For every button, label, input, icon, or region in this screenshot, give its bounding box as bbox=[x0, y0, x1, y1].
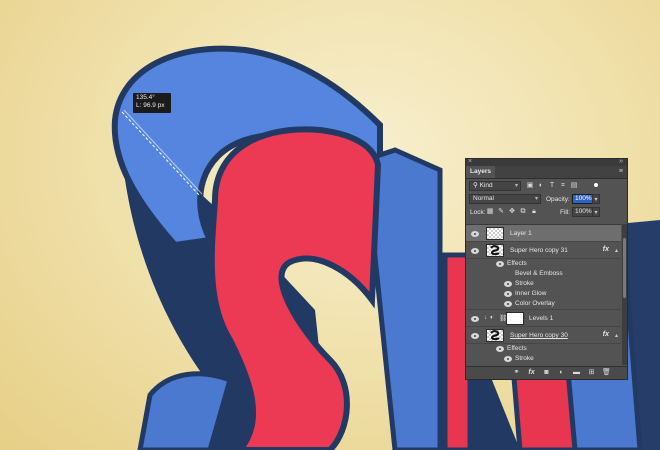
effects-label: Effects bbox=[507, 345, 527, 352]
layer-name[interactable]: Super Hero copy 30 bbox=[510, 332, 568, 339]
lock-transparent-pixels-icon[interactable]: ▦ bbox=[486, 208, 494, 216]
shape-layer-filter-icon[interactable]: ⌗ bbox=[559, 182, 567, 190]
new-layer-icon[interactable]: ⊞ bbox=[587, 369, 596, 377]
visibility-eye-icon[interactable] bbox=[471, 231, 479, 237]
effect-name: Inner Glow bbox=[515, 290, 547, 297]
s-glyph-thumbnail-icon bbox=[490, 245, 500, 256]
layers-scrollbar[interactable] bbox=[622, 224, 627, 365]
effect-color-overlay[interactable]: Color Overlay bbox=[466, 299, 621, 310]
adjustment-layer-icon: ◐ bbox=[490, 314, 494, 321]
blend-mode-value: Normal bbox=[473, 195, 494, 202]
effect-name: Bevel & Emboss bbox=[515, 270, 563, 277]
panel-titlebar[interactable]: × » bbox=[466, 159, 627, 166]
layer-filter-row: ⚲ Kind ▾ ▣ ◐ T ⌗ ▤ bbox=[466, 179, 627, 193]
type-layer-filter-icon[interactable]: T bbox=[548, 182, 556, 190]
effect-name: Stroke bbox=[515, 355, 534, 362]
effect-stroke[interactable]: Stroke bbox=[466, 354, 621, 364]
fill-label: Fill: bbox=[560, 209, 571, 216]
blend-opacity-row: Normal ▾ Opacity: 100% ▾ bbox=[466, 193, 627, 206]
lock-label: Lock: bbox=[470, 209, 486, 216]
visibility-eye-icon[interactable] bbox=[471, 316, 479, 322]
effect-stroke[interactable]: Stroke bbox=[466, 279, 621, 289]
smart-object-filter-icon[interactable]: ▤ bbox=[570, 182, 578, 190]
close-panel-button[interactable]: × bbox=[468, 159, 472, 165]
visibility-eye-icon[interactable] bbox=[496, 346, 504, 352]
tab-layers[interactable]: Layers bbox=[466, 166, 495, 178]
effects-group[interactable]: Effects bbox=[466, 259, 621, 269]
fill-slider-toggle[interactable]: ▾ bbox=[592, 207, 600, 217]
effects-label: Effects bbox=[507, 260, 527, 267]
visibility-eye-icon[interactable] bbox=[504, 301, 512, 307]
visibility-eye-icon[interactable] bbox=[496, 261, 504, 267]
filter-kind-select[interactable]: ⚲ Kind ▾ bbox=[469, 181, 521, 191]
collapse-panel-button[interactable]: » bbox=[619, 159, 623, 165]
panel-tab-bar: Layers ≡ bbox=[466, 166, 627, 179]
layer-effects-fx-icon[interactable]: fx bbox=[603, 246, 609, 253]
filter-toggle-icon[interactable] bbox=[594, 183, 598, 187]
new-adjustment-layer-icon[interactable]: ◐ bbox=[557, 369, 566, 377]
panel-footer-toolbar: ⚭ fx ◙ ◐ ▬ ⊞ 🗑︎ bbox=[466, 366, 627, 379]
layer-name[interactable]: Layer 1 bbox=[510, 230, 532, 237]
add-layer-style-fx-icon[interactable]: fx bbox=[527, 369, 536, 377]
search-icon: ⚲ bbox=[473, 182, 478, 189]
link-layers-icon[interactable]: ⚭ bbox=[512, 369, 521, 377]
layers-panel[interactable]: × » Layers ≡ ⚲ Kind ▾ ▣ ◐ T ⌗ ▤ Normal ▾… bbox=[465, 158, 628, 380]
panel-menu-icon[interactable]: ≡ bbox=[619, 166, 623, 178]
visibility-eye-icon[interactable] bbox=[471, 333, 479, 339]
chevron-up-icon[interactable]: ▴ bbox=[615, 247, 618, 254]
opacity-label: Opacity: bbox=[546, 196, 570, 203]
layer-thumbnail bbox=[486, 329, 504, 342]
lock-all-icon[interactable]: 🔒︎ bbox=[530, 208, 538, 216]
s-glyph-thumbnail-icon bbox=[490, 330, 500, 341]
layer-row-levels-1[interactable]: ↓ ◐ ⛓︎ Levels 1 bbox=[466, 310, 621, 327]
lock-artboard-icon[interactable]: ⧉ bbox=[519, 208, 527, 216]
layer-effects-fx-icon[interactable]: fx bbox=[603, 331, 609, 338]
blend-mode-select[interactable]: Normal ▾ bbox=[469, 194, 541, 204]
layer-row-super-hero-copy-31[interactable]: Super Hero copy 31 fx ▴ bbox=[466, 242, 621, 259]
effect-name: Color Overlay bbox=[515, 300, 555, 307]
effects-group[interactable]: Effects bbox=[466, 344, 621, 354]
effect-inner-glow[interactable]: Inner Glow bbox=[466, 289, 621, 299]
measure-length: L: 96.9 px bbox=[136, 102, 165, 109]
visibility-eye-icon[interactable] bbox=[504, 281, 512, 287]
effect-name: Stroke bbox=[515, 280, 534, 287]
layer-thumbnail bbox=[486, 244, 504, 257]
scrollbar-thumb[interactable] bbox=[623, 238, 626, 298]
chevron-down-icon: ▾ bbox=[534, 196, 538, 202]
ruler-measure-tooltip: 135.4° L: 96.9 px bbox=[133, 93, 171, 113]
lock-image-pixels-icon[interactable]: ✎ bbox=[497, 208, 505, 216]
new-group-folder-icon[interactable]: ▬ bbox=[572, 369, 581, 377]
add-layer-mask-icon[interactable]: ◙ bbox=[542, 369, 551, 377]
opacity-slider-toggle[interactable]: ▾ bbox=[592, 194, 600, 204]
visibility-eye-icon[interactable] bbox=[471, 248, 479, 254]
pixel-layer-filter-icon[interactable]: ▣ bbox=[526, 182, 534, 190]
lock-fill-row: Lock: ▦ ✎ ✥ ⧉ 🔒︎ Fill: 100% ▾ bbox=[466, 206, 627, 220]
layer-name[interactable]: Super Hero copy 31 bbox=[510, 247, 568, 254]
trash-icon[interactable]: 🗑︎ bbox=[602, 369, 611, 377]
chevron-up-icon[interactable]: ▴ bbox=[615, 332, 618, 339]
effect-bevel-emboss[interactable]: Bevel & Emboss bbox=[466, 269, 621, 279]
filter-kind-label: Kind bbox=[479, 182, 493, 189]
layer-row-super-hero-copy-30[interactable]: Super Hero copy 30 fx ▴ bbox=[466, 327, 621, 344]
chevron-down-icon: ▾ bbox=[514, 183, 518, 189]
lock-position-icon[interactable]: ✥ bbox=[508, 208, 516, 216]
layers-list[interactable]: Layer 1 Super Hero copy 31 fx ▴ Effects … bbox=[466, 224, 621, 366]
clipping-arrow-icon: ↓ bbox=[484, 315, 487, 321]
visibility-eye-icon[interactable] bbox=[504, 356, 512, 362]
visibility-eye-icon[interactable] bbox=[504, 291, 512, 297]
layer-thumbnail bbox=[486, 227, 504, 240]
layer-mask-thumbnail bbox=[506, 312, 524, 325]
adjustment-layer-filter-icon[interactable]: ◐ bbox=[537, 182, 545, 190]
layer-row-layer-1[interactable]: Layer 1 bbox=[466, 225, 621, 242]
layer-name[interactable]: Levels 1 bbox=[529, 315, 553, 322]
measure-angle: 135.4° bbox=[136, 94, 155, 101]
